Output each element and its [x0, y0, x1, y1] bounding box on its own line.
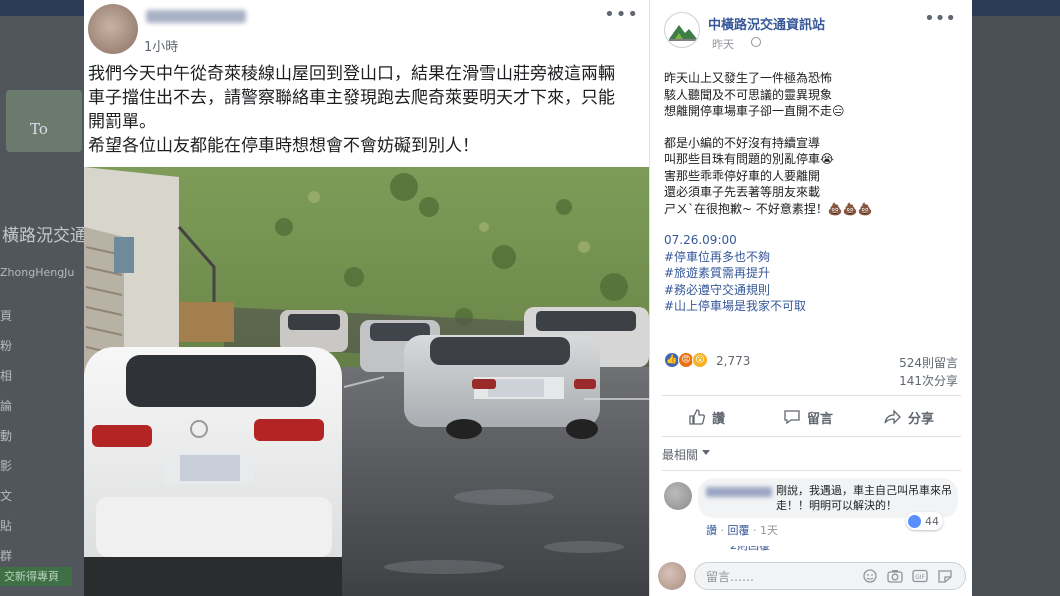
background-nav-item: 相: [0, 369, 13, 383]
like-reaction-icon: [908, 514, 921, 528]
comment-like-number: 44: [925, 514, 939, 528]
post-body-line: [664, 217, 964, 232]
share-count[interactable]: 141次分享: [899, 372, 958, 389]
like-button[interactable]: 讚: [688, 406, 725, 428]
commenter-avatar[interactable]: [664, 482, 692, 510]
divider: [662, 395, 961, 396]
comment-actions: 讚 · 回覆 · 1天: [706, 524, 778, 537]
post-body-line: 車子擋住出不去，請警察聯絡車主發現跑去爬奇萊要明天才下來，只能: [88, 88, 615, 108]
comment-like-count[interactable]: 44: [906, 512, 943, 530]
post-body-line: 還必須車子先丟著等朋友來載: [664, 185, 821, 199]
divider: [662, 470, 961, 471]
globe-icon: [751, 37, 761, 47]
share-button[interactable]: 分享: [884, 406, 934, 428]
post-body-line: [664, 120, 964, 135]
hashtag-link[interactable]: #務必遵守交通規則: [664, 282, 964, 299]
background-button: 交新得專頁: [0, 567, 72, 586]
post-body-line: 我們今天中午從奇萊稜線山屋回到登山口，結果在滑雪山莊旁被這兩輛: [88, 64, 615, 84]
post-body-line: 昨天山上又發生了一件極為恐怖: [664, 71, 833, 85]
blurred-author-name[interactable]: [146, 10, 246, 23]
like-label: 讚: [712, 411, 726, 427]
post-body-line: 想離開停車場車子卻一直開不走😑: [664, 104, 845, 118]
wow-reaction-icon: 😮: [692, 352, 708, 368]
mountain-logo-icon: [669, 25, 697, 41]
post-body-line: 都是小編的不好沒有持續宣導: [664, 135, 821, 150]
share-arrow-icon: [884, 409, 901, 425]
thumbs-up-icon: [689, 409, 705, 425]
emoji-icon[interactable]: [862, 569, 878, 583]
post-photo[interactable]: [84, 167, 649, 596]
blurred-commenter-name[interactable]: [706, 487, 772, 497]
background-nav-item: 頁: [0, 309, 13, 323]
background-right-column: [972, 16, 1060, 596]
divider: [662, 436, 961, 437]
hashtag-link[interactable]: #旅遊素質需再提升: [664, 265, 964, 282]
avatar[interactable]: [88, 4, 138, 54]
comment-reply-link[interactable]: 回覆: [728, 524, 750, 537]
background-left-column: To 橫路況交通 ZhongHengJu 頁 粉 相 論 動 影 文 貼 群 交…: [0, 16, 87, 596]
background-nav-item: 粉: [0, 339, 13, 353]
comment-count[interactable]: 524則留言: [899, 354, 958, 371]
svg-text:GIF: GIF: [915, 574, 925, 581]
camera-icon[interactable]: [887, 569, 903, 583]
more-options-icon[interactable]: •••: [604, 4, 639, 25]
post-body: 昨天山上又發生了一件極為恐怖 駭人聽聞及不可思議的靈異現象 想離開停車場車子卻一…: [664, 70, 964, 315]
post-body-line: 害那些乖乖停好車的人要離開: [664, 168, 821, 183]
page-avatar[interactable]: [664, 12, 700, 48]
comment-like-link[interactable]: 讚: [706, 524, 717, 537]
background-page-handle: ZhongHengJu: [0, 266, 75, 279]
sticker-icon[interactable]: [937, 569, 953, 583]
hashtag-link[interactable]: #山上停車場是我家不可取: [664, 298, 964, 315]
comment-sort-dropdown[interactable]: 最相關: [662, 446, 698, 463]
chevron-down-icon[interactable]: [702, 450, 710, 455]
post-body: 我們今天中午從奇萊稜線山屋回到登山口，結果在滑雪山莊旁被這兩輛 車子擋住出不去，…: [88, 62, 638, 158]
background-nav-item: 動: [0, 429, 13, 443]
post-body-line: 開罰單。: [88, 112, 156, 132]
more-options-icon[interactable]: •••: [924, 8, 956, 29]
share-label: 分享: [908, 411, 935, 427]
comment-time[interactable]: 1天: [760, 524, 778, 537]
background-nav: 頁 粉 相 論 動 影 文 貼 群: [0, 301, 12, 571]
gif-icon[interactable]: GIF: [912, 569, 928, 583]
left-post-card: 1小時 ••• 我們今天中午從奇萊稜線山屋回到登山口，結果在滑雪山莊旁被這兩輛 …: [84, 0, 649, 596]
view-replies-link[interactable]: 2則回覆: [730, 546, 810, 554]
page-name-link[interactable]: 中橫路況交通資訊站: [708, 14, 825, 33]
post-body-line: 希望各位山友都能在停車時想想會不會妨礙到別人！: [88, 136, 479, 156]
comment-input-placeholder[interactable]: 留言……: [706, 568, 754, 585]
background-page-name: 橫路況交通: [2, 226, 87, 246]
hashtag-link[interactable]: #停車位再多也不夠: [664, 249, 964, 266]
right-post-card: 中橫路況交通資訊站 昨天 ••• 昨天山上又發生了一件極為恐怖 駭人聽聞及不可思…: [649, 0, 972, 596]
background-nav-item: 貼: [0, 519, 13, 533]
background-nav-item: 影: [0, 459, 13, 473]
background-logo-text: To: [30, 120, 48, 138]
comment-label: 留言: [807, 411, 834, 427]
post-date-line: 07.26.09:00: [664, 233, 737, 247]
background-nav-item: 文: [0, 489, 13, 503]
background-nav-item: 論: [0, 399, 13, 413]
reaction-count[interactable]: 2,773: [716, 354, 750, 368]
post-body-line: 叫那些目珠有問題的別亂停車😭: [664, 152, 835, 166]
post-timestamp[interactable]: 1小時: [144, 36, 178, 55]
comment-button[interactable]: 留言: [783, 406, 833, 428]
current-user-avatar: [658, 562, 686, 590]
comment-text: 剛說，我遇過，車主自己叫吊車來吊走！！明明可以解決的！: [776, 484, 952, 512]
post-body-line: ㄕㄨˋ在很抱歉~ 不好意素捏！💩💩💩: [664, 201, 873, 216]
post-body-line: 駭人聽聞及不可思議的靈異現象: [664, 87, 833, 102]
parking-lot-photo: [84, 167, 649, 596]
post-timestamp[interactable]: 昨天: [712, 36, 734, 52]
speech-bubble-icon: [784, 410, 800, 425]
